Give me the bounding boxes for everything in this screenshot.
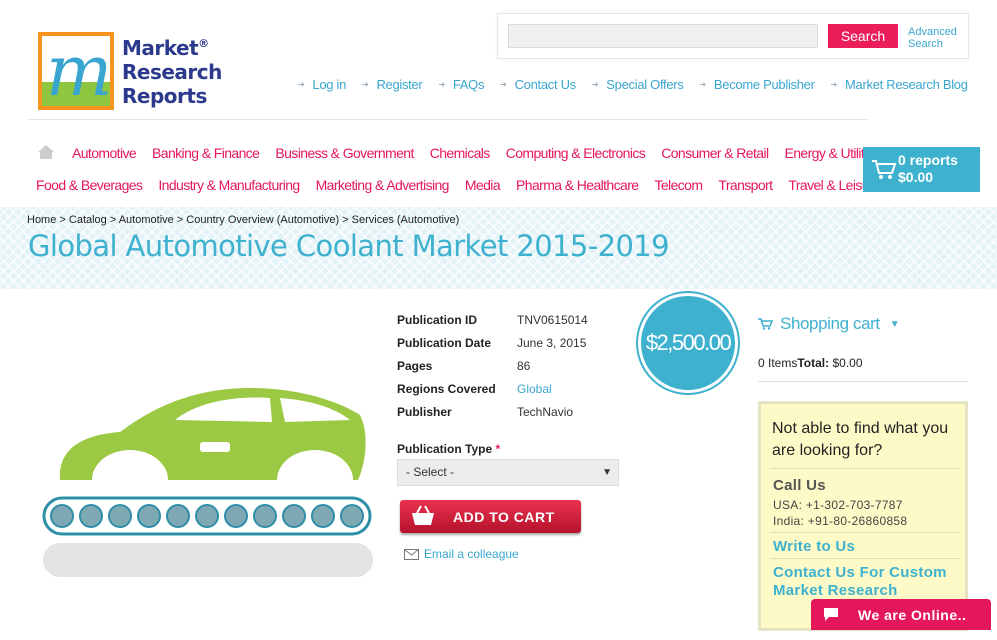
chat-bubble-icon xyxy=(824,608,838,621)
caret-down-icon: ▼ xyxy=(602,467,612,478)
envelope-icon xyxy=(404,548,419,560)
publication-type-label: Publication Type * xyxy=(397,442,501,456)
shopping-cart-heading[interactable]: Shopping cart ▼ xyxy=(758,314,900,334)
nav-computing-electronics[interactable]: Computing & Electronics xyxy=(506,145,646,161)
detail-row: Publication ID TNV0615014 xyxy=(397,313,588,327)
become-publisher-link[interactable]: ➔ Become Publisher xyxy=(700,77,815,92)
nav-automotive[interactable]: Automotive xyxy=(72,145,137,161)
usa-phone: USA: +1-302-703-7787 xyxy=(773,498,903,512)
detail-row: Regions Covered Global xyxy=(397,382,588,405)
arrow-icon: ➔ xyxy=(438,80,445,89)
blog-link[interactable]: ➔ Market Research Blog xyxy=(831,77,968,92)
nav-marketing-advertising[interactable]: Marketing & Advertising xyxy=(316,177,450,193)
category-nav-row-1: Automotive Banking & Finance Business & … xyxy=(72,145,896,161)
page-title: Global Automotive Coolant Market 2015-20… xyxy=(28,229,670,263)
logo-text: Market® Research Reports xyxy=(122,36,222,108)
nav-chemicals[interactable]: Chemicals xyxy=(430,145,491,161)
header-divider xyxy=(28,119,868,120)
search-button[interactable]: Search xyxy=(828,24,898,48)
add-to-cart-button[interactable]: ADD TO CART xyxy=(400,500,581,533)
special-offers-link[interactable]: ➔ Special Offers xyxy=(592,77,684,92)
arrow-icon: ➔ xyxy=(830,80,838,89)
basket-icon xyxy=(412,505,434,525)
nav-consumer-retail[interactable]: Consumer & Retail xyxy=(661,145,769,161)
product-image xyxy=(42,388,373,577)
shopping-cart-summary: 0 ItemsTotal: $0.00 xyxy=(758,356,863,370)
advanced-search-link[interactable]: Advanced Search xyxy=(908,26,968,50)
cart-icon xyxy=(872,160,897,179)
arrow-icon: ➔ xyxy=(591,80,599,89)
india-phone: India: +91-80-26860858 xyxy=(773,514,908,528)
search-box: Search Advanced Search xyxy=(497,13,969,59)
custom-research-link[interactable]: Contact Us For Custom Market Research xyxy=(773,564,963,600)
publication-details: Publication ID TNV0615014 Publication Dat… xyxy=(397,313,588,428)
cart-total: $0.00 xyxy=(898,169,934,185)
arrow-icon: ➔ xyxy=(699,80,707,89)
live-chat-button[interactable]: We are Online.. xyxy=(811,599,991,630)
price-badge: $2,500.00 xyxy=(638,293,738,393)
arrow-icon: ➔ xyxy=(298,80,305,89)
sidebar-divider xyxy=(758,381,968,382)
chevron-down-icon[interactable]: ▼ xyxy=(890,319,900,330)
cart-icon xyxy=(758,318,773,330)
detail-row: Publisher TechNavio xyxy=(397,405,574,419)
register-link[interactable]: ➔ Register xyxy=(362,77,423,92)
detail-row: Pages 86 xyxy=(397,359,531,373)
help-question: Not able to find what you are looking fo… xyxy=(772,420,949,459)
call-us-heading: Call Us xyxy=(773,477,826,494)
write-to-us-link[interactable]: Write to Us xyxy=(773,538,855,555)
arrow-icon: ➔ xyxy=(362,80,369,89)
title-banner: Home > Catalog > Automotive > Country Ov… xyxy=(0,207,997,289)
header-cart-button[interactable]: 0 reports $0.00 xyxy=(863,147,980,192)
logo-mark-icon: m xyxy=(38,30,114,112)
nav-media[interactable]: Media xyxy=(465,177,501,193)
publication-type-select[interactable]: - Select - ▼ xyxy=(397,459,619,486)
site-logo[interactable]: m Market® Research Reports xyxy=(38,30,222,112)
top-links: ➔ Log in ➔ Register ➔ FAQs ➔ Contact Us ➔ Spe… xyxy=(298,77,984,92)
nav-business-government[interactable]: Business & Government xyxy=(275,145,414,161)
login-link[interactable]: ➔ Log in xyxy=(298,77,346,92)
search-input[interactable] xyxy=(508,24,818,48)
home-icon[interactable] xyxy=(37,144,55,160)
nav-industry-manufacturing[interactable]: Industry & Manufacturing xyxy=(158,177,300,193)
nav-banking-finance[interactable]: Banking & Finance xyxy=(152,145,260,161)
detail-row: Publication Date June 3, 2015 xyxy=(397,336,587,350)
breadcrumb[interactable]: Home > Catalog > Automotive > Country Ov… xyxy=(27,214,459,226)
faqs-link[interactable]: ➔ FAQs xyxy=(438,77,484,92)
contact-us-link[interactable]: ➔ Contact Us xyxy=(500,77,576,92)
arrow-icon: ➔ xyxy=(500,80,507,89)
nav-pharma-healthcare[interactable]: Pharma & Healthcare xyxy=(516,177,639,193)
category-nav-row-2: Food & Beverages Industry & Manufacturin… xyxy=(36,177,896,193)
cart-report-count: 0 reports xyxy=(898,152,958,168)
nav-telecom[interactable]: Telecom xyxy=(654,177,703,193)
help-box: Not able to find what you are looking fo… xyxy=(758,401,968,631)
nav-transport[interactable]: Transport xyxy=(718,177,773,193)
email-colleague-link[interactable]: Email a colleague xyxy=(404,547,519,561)
region-link[interactable]: Global xyxy=(517,382,552,405)
nav-food-beverages[interactable]: Food & Beverages xyxy=(36,177,143,193)
